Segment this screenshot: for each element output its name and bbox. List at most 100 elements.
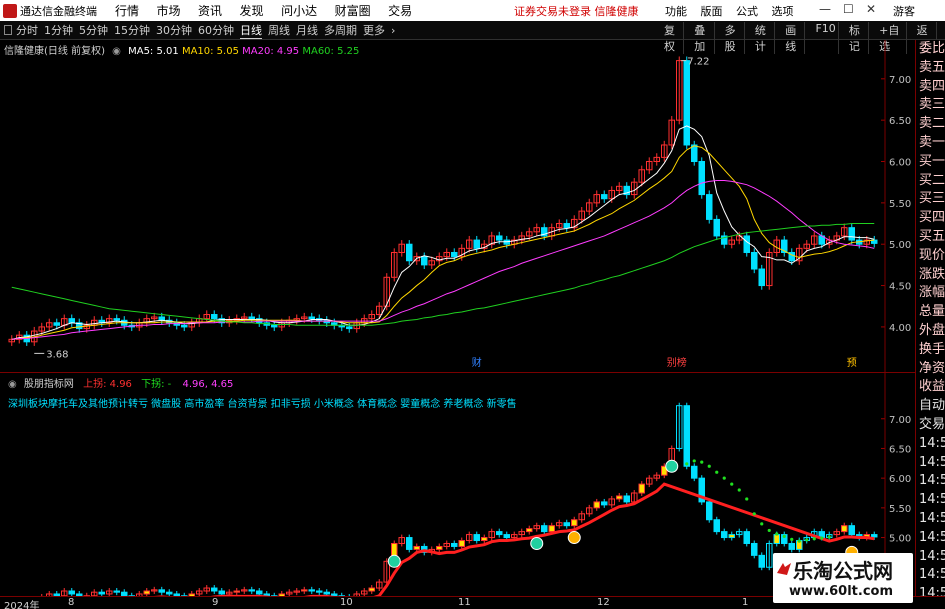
candle-body <box>683 405 690 467</box>
candle-body <box>706 501 713 521</box>
chevron-right-icon[interactable]: › <box>391 24 395 37</box>
quote-panel-item[interactable]: 现价 <box>916 247 945 266</box>
watermark-title: 乐淘公式网 <box>793 559 893 583</box>
login-warning[interactable]: 证券交易未登录 信隆健康 <box>514 3 639 19</box>
candle-body <box>308 316 315 320</box>
quote-panel-item[interactable]: 总量 <box>916 303 945 322</box>
trend-dot-down <box>692 459 696 463</box>
period-15min[interactable]: 15分钟 <box>114 22 150 38</box>
quote-panel-item[interactable]: 交易 <box>916 416 945 435</box>
settings-icon[interactable]: ◉ <box>8 379 17 390</box>
quote-panel-item[interactable]: 买一 <box>916 153 945 172</box>
candle-body <box>601 501 608 506</box>
period-5min[interactable]: 5分钟 <box>79 22 108 38</box>
quote-panel-item[interactable]: 卖四 <box>916 78 945 97</box>
app-title: 通达信金融终端 <box>20 4 97 18</box>
trend-dot-down <box>805 538 809 542</box>
quote-panel-item[interactable]: 买五 <box>916 228 945 247</box>
candle-body <box>593 501 600 509</box>
main-kline-chart[interactable]: 7.00 6.50 6.00 5.50 5.00 4.50 4.00 7.22 3.68 财 别榜 预… <box>0 40 915 372</box>
quote-panel-item[interactable]: 14:56 <box>916 472 945 491</box>
candle-body <box>181 324 188 328</box>
event-marker: 财 <box>472 356 482 369</box>
quote-panel-item[interactable]: 14:56 <box>916 435 945 454</box>
period-60min[interactable]: 60分钟 <box>198 22 234 38</box>
candle-body <box>211 587 218 592</box>
tool-layout[interactable]: 版面 <box>701 5 723 18</box>
indicator-name[interactable]: 股朋指标网 <box>24 379 74 390</box>
y-axis-tick-label: 4.50 <box>889 282 911 293</box>
trend-dot-down <box>745 497 749 501</box>
period-daily[interactable]: 日线 <box>240 22 262 39</box>
candle-body <box>323 591 330 595</box>
down-turn-label: 下拐: - <box>141 379 172 390</box>
close-icon[interactable]: ✕ <box>866 2 876 16</box>
quote-panel-item[interactable]: 外盘 <box>916 322 945 341</box>
menu-item-ask[interactable]: 问小达 <box>281 4 317 18</box>
trend-dot-down <box>737 488 741 492</box>
quote-panel-item[interactable]: 买三 <box>916 190 945 209</box>
menu-item-marketplace[interactable]: 市场 <box>157 4 181 18</box>
candle-body <box>691 144 698 163</box>
quote-panel-item[interactable]: 买四 <box>916 209 945 228</box>
period-intraday[interactable]: 分时 <box>16 22 38 38</box>
menu-item-market[interactable]: 行情 <box>115 4 139 18</box>
quote-panel-item[interactable]: 14:56 <box>916 510 945 529</box>
menu-item-news[interactable]: 资讯 <box>198 4 222 18</box>
quote-panel-item[interactable]: 委比 <box>916 40 945 59</box>
quote-panel-item[interactable]: 自动 <box>916 397 945 416</box>
quote-panel-item[interactable]: 收益 <box>916 378 945 397</box>
candle-body <box>683 60 690 146</box>
quote-panel-item[interactable]: 14:56 <box>916 454 945 473</box>
candle-body <box>848 525 855 536</box>
menu-item-discover[interactable]: 发现 <box>240 4 264 18</box>
tool-options[interactable]: 选项 <box>772 5 794 18</box>
candle-body <box>113 590 120 593</box>
period-monthly[interactable]: 月线 <box>296 22 318 38</box>
title-bar: 通达信金融终端 行情 市场 资讯 发现 问小达 财富圈 交易 证券交易未登录 信… <box>0 0 945 21</box>
quote-panel-item[interactable]: 卖五 <box>916 59 945 78</box>
candle-body <box>451 542 458 547</box>
period-weekly[interactable]: 周线 <box>268 22 290 38</box>
quote-panel-item[interactable]: 14:56 <box>916 566 945 585</box>
candle-body <box>728 534 735 539</box>
menu-item-wealth[interactable]: 财富圈 <box>335 4 371 18</box>
period-30min[interactable]: 30分钟 <box>156 22 192 38</box>
settings-icon[interactable]: ◉ <box>112 46 121 57</box>
high-price-label: 7.22 <box>687 57 709 68</box>
trend-dot-down <box>685 462 689 466</box>
tool-formula[interactable]: 公式 <box>736 5 758 18</box>
time-axis-label: 10 <box>340 597 353 608</box>
minimize-icon[interactable]: — <box>819 2 831 16</box>
maximize-icon[interactable]: ☐ <box>843 2 854 16</box>
quote-panel-item[interactable]: 卖二 <box>916 115 945 134</box>
period-multi[interactable]: 多周期 <box>324 22 357 38</box>
main-chart-canvas[interactable]: 7.00 6.50 6.00 5.50 5.00 4.50 4.00 7.22 3.68 财 别榜 预 <box>0 40 915 372</box>
quote-panel-item[interactable]: 卖一 <box>916 134 945 153</box>
tool-function[interactable]: 功能 <box>665 5 687 18</box>
candle-body <box>563 522 570 527</box>
trend-dot-down <box>760 522 764 526</box>
quote-panel-item[interactable]: 14:56 <box>916 491 945 510</box>
quote-panel-item[interactable]: 买二 <box>916 172 945 191</box>
quote-panel-item[interactable]: 14:56 <box>916 548 945 567</box>
quote-panel-item[interactable]: 卖三 <box>916 96 945 115</box>
quote-panel-item[interactable]: 净资 <box>916 360 945 379</box>
quote-panel-item[interactable]: 14:56 <box>916 529 945 548</box>
quote-panel-item[interactable]: 换手 <box>916 341 945 360</box>
menu-item-trade[interactable]: 交易 <box>388 4 412 18</box>
quote-panel-item[interactable]: 涨幅 <box>916 284 945 303</box>
guest-label[interactable]: 游客 <box>893 3 915 19</box>
trend-dot-down <box>730 482 734 486</box>
y-axis-tick-label: 5.00 <box>889 240 911 251</box>
period-more[interactable]: 更多 <box>363 22 385 38</box>
stock-name[interactable]: 信隆健康(日线 前复权) <box>4 46 105 57</box>
event-marker: 别榜 <box>667 356 687 369</box>
candle-body <box>743 235 750 253</box>
candle-body <box>233 590 240 593</box>
period-1min[interactable]: 1分钟 <box>44 22 73 38</box>
candle-body <box>751 542 758 556</box>
trend-dot-down <box>715 470 719 474</box>
panel-toggle-icon[interactable] <box>4 25 12 35</box>
quote-panel-item[interactable]: 涨跌 <box>916 266 945 285</box>
